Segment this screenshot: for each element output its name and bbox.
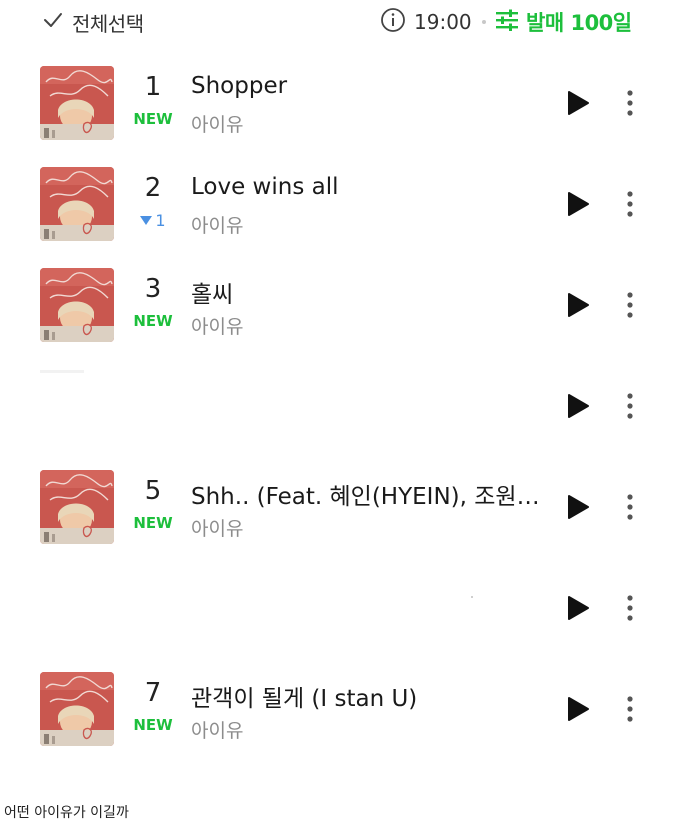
- song-row[interactable]: 3 NEW 홀씨 아이유: [0, 248, 673, 348]
- album-art-placeholder: [40, 370, 84, 373]
- artifact-dot: [471, 596, 473, 598]
- album-cover: [40, 66, 114, 140]
- more-vertical-icon[interactable]: [620, 189, 640, 219]
- song-rank: 2: [144, 173, 162, 203]
- song-title[interactable]: Love wins all: [191, 174, 551, 200]
- rank-change: 1: [122, 211, 184, 230]
- song-artist[interactable]: 아이유: [191, 716, 243, 743]
- song-title[interactable]: Shopper: [191, 73, 551, 99]
- more-vertical-icon[interactable]: [620, 88, 640, 118]
- album-cover: [40, 470, 114, 544]
- album-cover: [40, 672, 114, 746]
- more-vertical-icon[interactable]: [620, 694, 640, 724]
- rank-change-value: 1: [155, 211, 166, 230]
- more-vertical-icon[interactable]: [620, 391, 640, 421]
- song-row-placeholder[interactable]: [0, 349, 673, 449]
- song-title[interactable]: Shh.. (Feat. 혜인(HYEIN), 조원…: [191, 477, 551, 511]
- album-art[interactable]: [40, 470, 114, 544]
- play-icon[interactable]: [566, 393, 590, 419]
- song-row[interactable]: 7 NEW 관객이 될게 (I stan U) 아이유: [0, 652, 673, 752]
- song-rank: 3: [144, 274, 162, 304]
- song-artist[interactable]: 아이유: [191, 110, 243, 137]
- song-row-placeholder[interactable]: [0, 551, 673, 651]
- play-icon[interactable]: [566, 494, 590, 520]
- more-vertical-icon[interactable]: [620, 593, 640, 623]
- play-icon[interactable]: [566, 292, 590, 318]
- song-row[interactable]: 5 NEW Shh.. (Feat. 혜인(HYEIN), 조원… 아이유: [0, 450, 673, 550]
- album-art[interactable]: [40, 672, 114, 746]
- play-icon[interactable]: [566, 90, 590, 116]
- select-all-label: 전체선택: [72, 11, 144, 36]
- post-caption: 어떤 아이유가 이길까: [4, 805, 129, 821]
- song-title[interactable]: 홀씨: [191, 275, 551, 309]
- check-icon: [42, 9, 64, 35]
- album-art[interactable]: [40, 66, 114, 140]
- separator-dot: [482, 20, 486, 24]
- new-badge: NEW: [133, 716, 173, 734]
- more-vertical-icon[interactable]: [620, 492, 640, 522]
- song-title[interactable]: 관객이 될게 (I stan U): [191, 679, 551, 713]
- album-art[interactable]: [40, 167, 114, 241]
- chart-time-value: 19:00: [414, 10, 472, 34]
- album-art[interactable]: [40, 268, 114, 342]
- filter-label: 발매 100일: [526, 11, 632, 35]
- play-icon[interactable]: [566, 595, 590, 621]
- more-vertical-icon[interactable]: [620, 290, 640, 320]
- chart-time[interactable]: 19:00: [380, 8, 472, 36]
- chart-header: 전체선택 19:00 발매 100일: [0, 0, 673, 44]
- info-icon: [380, 7, 406, 37]
- play-icon[interactable]: [566, 191, 590, 217]
- album-cover: [40, 167, 114, 241]
- play-icon[interactable]: [566, 696, 590, 722]
- rank-down-icon: [140, 216, 153, 225]
- song-row[interactable]: 2 1 Love wins all 아이유: [0, 147, 673, 247]
- album-cover: [40, 268, 114, 342]
- song-artist[interactable]: 아이유: [191, 312, 243, 339]
- new-badge: NEW: [133, 312, 173, 330]
- song-rank: 1: [144, 72, 162, 102]
- song-artist[interactable]: 아이유: [191, 514, 243, 541]
- new-badge: NEW: [133, 110, 173, 128]
- song-artist[interactable]: 아이유: [191, 211, 243, 238]
- sliders-icon: [494, 8, 520, 36]
- filter-button[interactable]: 발매 100일: [494, 8, 632, 36]
- song-rank: 7: [144, 678, 162, 708]
- new-badge: NEW: [133, 514, 173, 532]
- select-all-toggle[interactable]: 전체선택: [42, 8, 144, 36]
- song-row[interactable]: 1 NEW Shopper 아이유: [0, 46, 673, 146]
- song-rank: 5: [144, 476, 162, 506]
